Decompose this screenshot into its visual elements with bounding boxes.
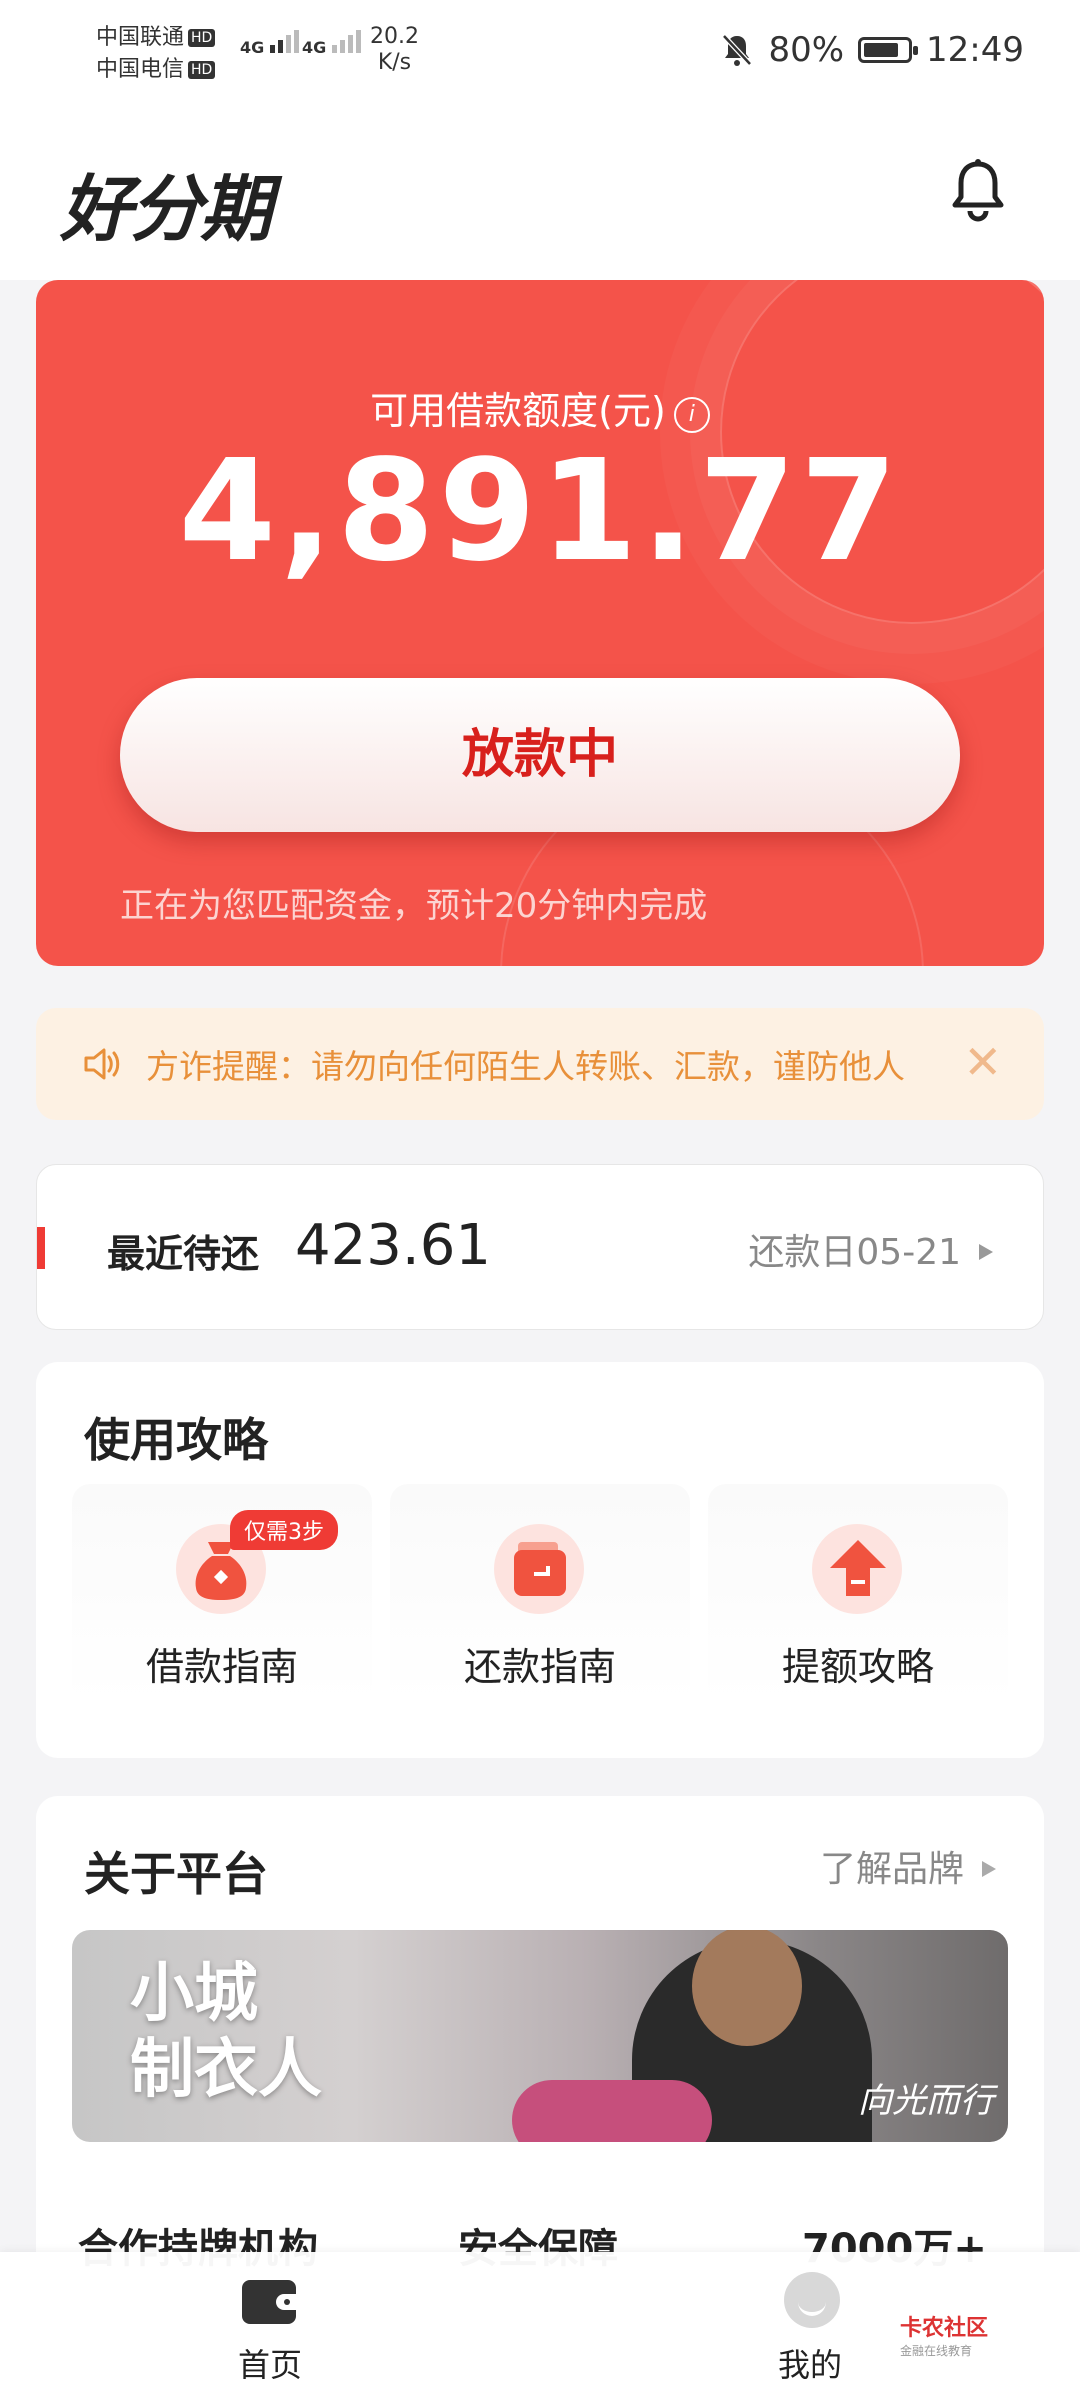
learn-brand-text: 了解品牌 — [819, 1849, 964, 1890]
banner-slogan: 向光而行 — [858, 2081, 994, 2121]
mute-bell-icon — [722, 34, 753, 66]
loan-status-note: 正在为您匹配资金，预计20分钟内完成 — [120, 886, 708, 926]
guide-item-label: 借款指南 — [145, 1645, 298, 1689]
watermark-subtitle: 金融在线教育 — [900, 2344, 973, 2358]
clock: 12:49 — [926, 30, 1024, 70]
tab-label: 首页 — [237, 2346, 302, 2384]
avatar-icon — [784, 2272, 840, 2328]
signal-icon: 4G — [302, 30, 364, 57]
repayment-date-text: 还款日05-21 — [748, 1232, 961, 1273]
guide-item-repay[interactable]: 还款指南 — [390, 1484, 690, 1704]
hd-badge: HD — [188, 61, 216, 79]
speed-unit: K/s — [377, 50, 412, 75]
speed-value: 20.2 — [370, 24, 419, 49]
close-icon[interactable]: ✕ — [963, 1032, 1002, 1092]
carrier-info: 中国联通 HD 中国电信 HD — [96, 22, 216, 86]
section-title: 使用攻略 — [84, 1413, 268, 1467]
credit-label: 可用借款额度(元) i — [36, 380, 1044, 435]
learn-brand-link[interactable]: 了解品牌 — [820, 1840, 996, 1892]
credit-card: 可用借款额度(元) i 4,891.77 放款中 正在为您匹配资金，预计20分钟内… — [36, 280, 1044, 966]
loan-status-button[interactable]: 放款中 — [120, 678, 960, 832]
recent-repayment-card[interactable]: 最近待还 423.61 还款日05-21 — [36, 1164, 1044, 1330]
brand-banner[interactable]: 小城 制衣人 向光而行 — [72, 1930, 1008, 2142]
notification-bell-icon[interactable] — [948, 158, 1008, 224]
tab-label: 我的 — [777, 2346, 842, 2384]
carrier-2: 中国电信 — [96, 57, 185, 82]
guide-item-label: 提额攻略 — [781, 1645, 934, 1689]
usage-guide-section: 使用攻略 仅需3步 借款指南 还款指南 提额攻略 — [36, 1362, 1044, 1758]
fraud-notice-banner[interactable]: 方诈提醒：请勿向任何陌生人转账、汇款，谨防他人 ✕ — [36, 1008, 1044, 1120]
banner-title-line: 小城 — [130, 1956, 258, 2031]
app-logo: 好分期 — [60, 166, 272, 251]
banner-person-image — [692, 1930, 802, 2046]
guide-item-label: 还款指南 — [463, 1645, 616, 1689]
watermark-title: 卡农社区 — [900, 2316, 989, 2341]
tab-mine[interactable]: 我的 — [710, 2252, 910, 2400]
guide-item-loan[interactable]: 仅需3步 借款指南 — [72, 1484, 372, 1704]
banner-title: 小城 制衣人 — [130, 1956, 322, 2108]
battery-icon — [858, 37, 919, 63]
accent-bar — [37, 1227, 45, 1269]
system-status: 80% 12:49 — [720, 30, 1024, 70]
repayment-amount: 423.61 — [295, 1213, 491, 1278]
watermark: 卡农社区 金融在线教育 — [900, 2310, 988, 2359]
wallet-icon — [514, 1542, 566, 1596]
repayment-date[interactable]: 还款日05-21 — [748, 1223, 993, 1275]
steps-badge: 仅需3步 — [230, 1510, 338, 1550]
credit-label-text: 可用借款额度(元) — [370, 389, 666, 433]
fraud-notice-text: 方诈提醒：请勿向任何陌生人转账、汇款，谨防他人 — [146, 1047, 905, 1086]
arrow-up-icon — [830, 1540, 886, 1596]
status-bar: 中国联通 HD 中国电信 HD 4G 4G 20.2 K/s 80% 12:49 — [0, 0, 1080, 110]
carrier-1: 中国联通 — [96, 25, 185, 50]
repayment-label: 最近待还 — [107, 1232, 260, 1276]
network-speed: 20.2 K/s — [370, 24, 419, 76]
network-type: 4G — [302, 38, 327, 57]
guide-item-raise-limit[interactable]: 提额攻略 — [708, 1484, 1008, 1704]
network-type: 4G — [240, 38, 265, 57]
arrow-right-icon — [982, 1861, 996, 1877]
credit-amount: 4,891.77 — [178, 430, 902, 593]
about-platform-section: 关于平台 了解品牌 小城 制衣人 向光而行 合作持牌机构 安全保障 7000万+ — [36, 1796, 1044, 2316]
banner-fabric-image — [512, 2080, 712, 2142]
banner-title-line: 制衣人 — [130, 2032, 322, 2107]
tab-home[interactable]: 首页 — [170, 2252, 370, 2400]
speaker-icon — [84, 1048, 120, 1080]
info-icon[interactable]: i — [673, 397, 710, 433]
wallet-icon — [242, 2280, 296, 2324]
signal-icon: 4G — [240, 30, 302, 57]
hd-badge: HD — [188, 29, 216, 47]
section-title: 关于平台 — [84, 1847, 268, 1901]
battery-percent: 80% — [768, 30, 845, 70]
arrow-right-icon — [979, 1244, 993, 1260]
